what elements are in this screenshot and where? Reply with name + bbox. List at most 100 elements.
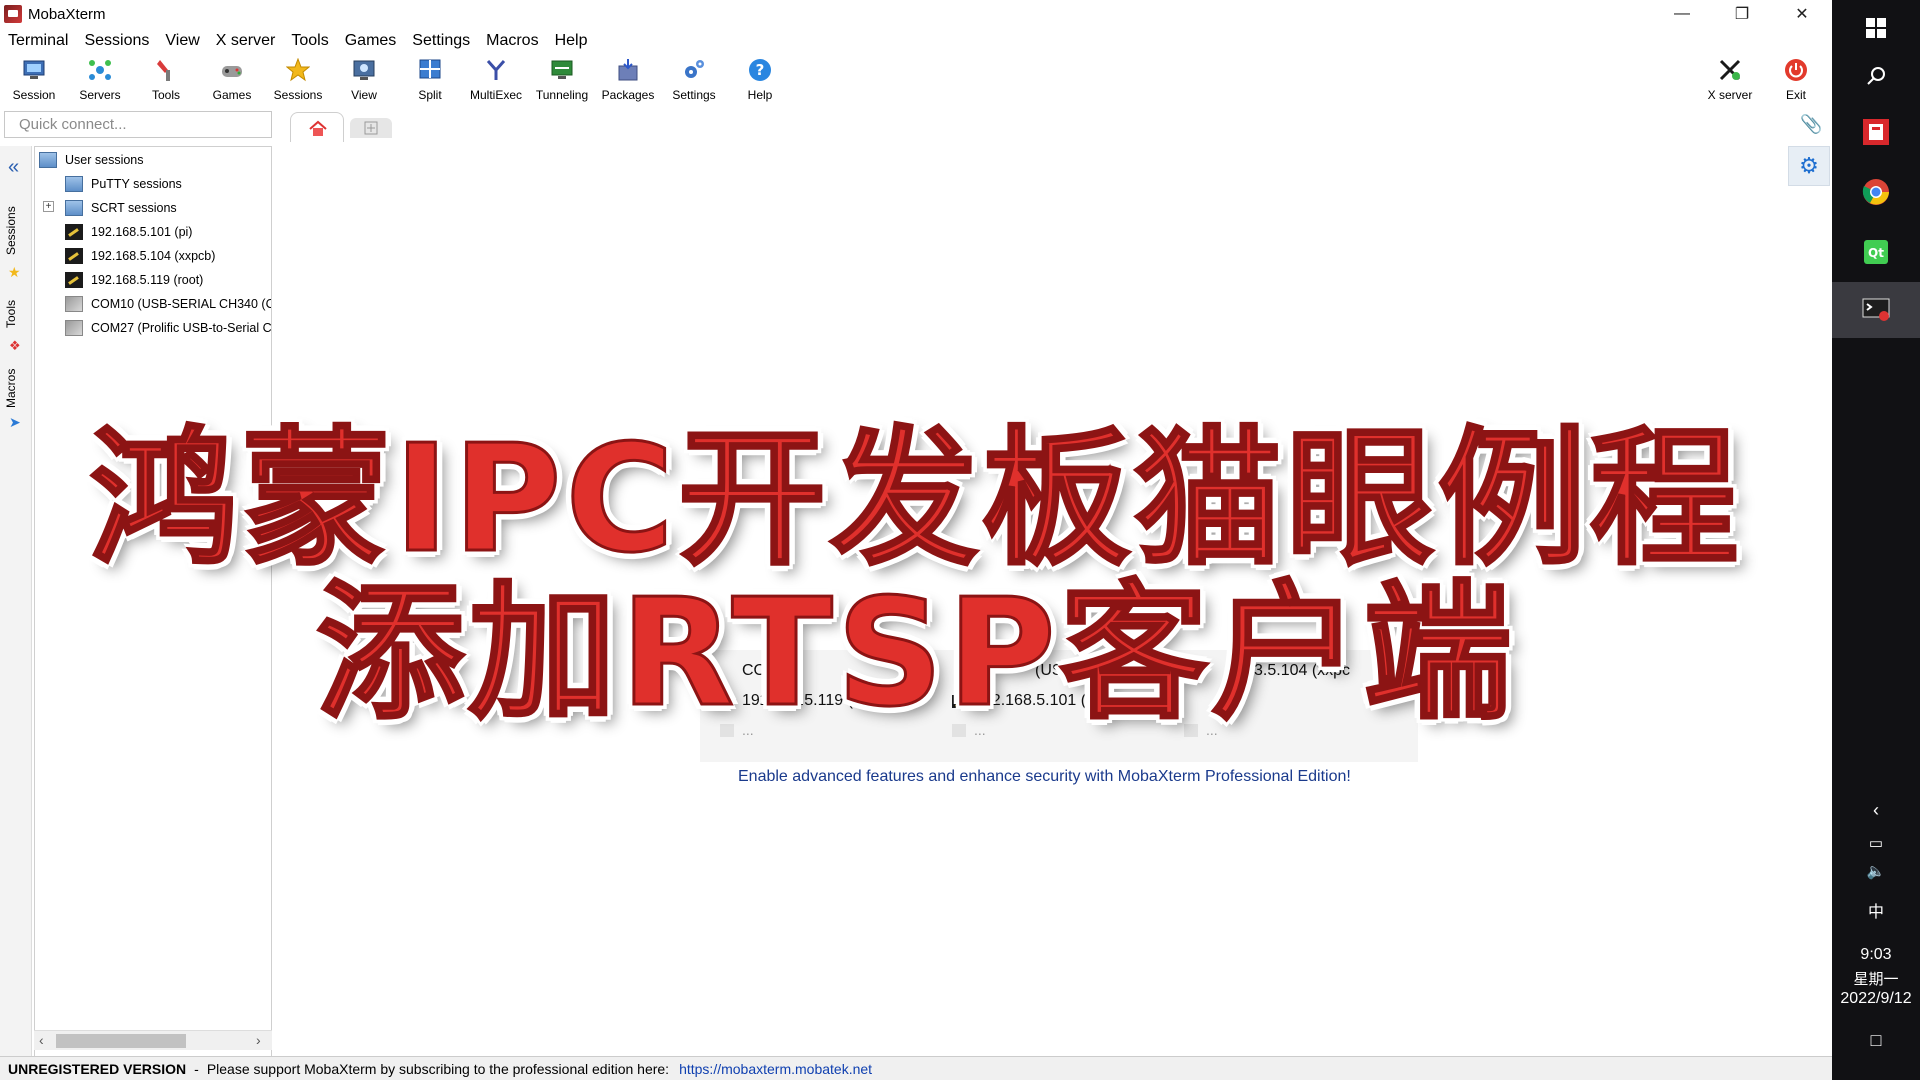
mobaxterm-window: MobaXterm — ❐ ✕ Terminal Sessions View X… [0,0,1832,1080]
xserver-icon [1718,58,1742,82]
new-tab-button[interactable] [350,118,392,138]
close-button[interactable]: ✕ [1772,0,1832,28]
tree-item-serial-session[interactable]: COM27 (Prolific USB-to-Serial C [65,317,271,339]
battery-icon[interactable]: ▭ [1832,834,1920,852]
collapse-sidebar-icon[interactable]: « [8,156,19,179]
split-icon [418,58,442,82]
tree-item-user-sessions[interactable]: User sessions [39,149,144,171]
tab-tools[interactable]: Tools [4,294,28,334]
tab-home[interactable] [290,112,344,142]
exit-button[interactable]: Exit [1763,56,1829,108]
tools-button[interactable]: Tools [133,56,199,108]
gears-icon [682,58,706,82]
menu-sessions[interactable]: Sessions [76,32,157,50]
status-message: Please support MobaXterm by subscribing … [206,1060,670,1077]
tree-item-session[interactable]: 192.168.5.119 (root) [65,269,203,291]
chrome-icon[interactable] [1832,164,1920,220]
svg-text:Qt: Qt [1868,246,1884,260]
paperclip-icon[interactable]: 📎 [1800,114,1822,135]
menu-xserver[interactable]: X server [208,32,284,50]
servers-button[interactable]: Servers [67,56,133,108]
mobaxterm-logo-icon [4,5,22,23]
pdf-app-icon[interactable] [1832,104,1920,160]
horizontal-scrollbar[interactable]: ‹ › [34,1030,272,1050]
serial-icon [65,296,83,312]
xserver-button[interactable]: X server [1697,56,1763,108]
mobaxterm-taskbar-icon[interactable] [1832,282,1920,338]
tree-item-session[interactable]: 192.168.5.101 (pi) [65,221,192,243]
menu-help[interactable]: Help [547,32,596,50]
tools-icon: ❖ [9,338,21,353]
view-button[interactable]: View [331,56,397,108]
title-bar: MobaXterm [0,0,1832,28]
sessions-button[interactable]: Sessions [265,56,331,108]
scroll-left-icon[interactable]: ‹ [39,1032,44,1048]
maximize-button[interactable]: ❐ [1712,0,1772,28]
menu-bar: Terminal Sessions View X server Tools Ga… [0,28,595,54]
tree-item-serial-session[interactable]: COM10 (USB-SERIAL CH340 (C [65,293,271,315]
tunnel-icon [550,58,574,82]
tools-icon [154,58,178,82]
gear-icon[interactable]: ⚙ [1788,146,1830,186]
tunneling-button[interactable]: Tunneling [529,56,595,108]
tree-item-scrt-sessions[interactable]: SCRT sessions [65,197,177,219]
games-button[interactable]: Games [199,56,265,108]
menu-terminal[interactable]: Terminal [0,32,76,50]
menu-settings[interactable]: Settings [404,32,478,50]
overlay-title-line2: 添加RTSP客户端 [315,566,1516,741]
notification-icon[interactable]: □ [1832,1030,1920,1051]
expand-icon[interactable]: + [43,201,54,212]
minimize-button[interactable]: — [1652,0,1712,28]
package-icon [616,58,640,82]
gamepad-icon [220,58,244,82]
menu-macros[interactable]: Macros [478,32,546,50]
menu-games[interactable]: Games [337,32,405,50]
settings-button[interactable]: Settings [661,56,727,108]
serial-icon [65,320,83,336]
status-bar: UNREGISTERED VERSION - Please support Mo… [0,1056,1832,1080]
session-button[interactable]: Session [1,56,67,108]
star-icon: ★ [8,264,21,280]
tree-item-session[interactable]: 192.168.5.104 (xxpcb) [65,245,215,267]
menu-view[interactable]: View [157,32,207,50]
servers-icon [88,58,112,82]
home-icon [309,120,327,136]
scrollbar-thumb[interactable] [56,1034,186,1048]
fork-icon [484,58,508,82]
promo-text[interactable]: Enable advanced features and enhance sec… [738,768,1351,786]
packages-button[interactable]: Packages [595,56,661,108]
folder-icon [39,152,57,168]
help-icon: ? [748,58,772,82]
split-button[interactable]: Split [397,56,463,108]
tab-sessions[interactable]: Sessions [4,202,28,260]
unregistered-label: UNREGISTERED VERSION [8,1060,187,1077]
window-title: MobaXterm [28,5,106,23]
volume-icon[interactable]: 🔈 [1832,862,1920,880]
help-button[interactable]: ? Help [727,56,793,108]
clock-weekday[interactable]: 星期一 [1832,968,1920,989]
tree-item-putty-sessions[interactable]: PuTTY sessions [65,173,182,195]
chevron-left-icon[interactable]: ‹ [1832,800,1920,821]
scroll-right-icon[interactable]: › [256,1032,261,1048]
plus-icon [364,121,378,135]
windows-taskbar: Qt ‹ ▭ 🔈 中 9:03 星期一 2022/9/12 □ [1832,0,1920,1080]
folder-icon [65,200,83,216]
ssh-icon [65,224,83,240]
quick-connect-input[interactable] [4,111,272,138]
menu-tools[interactable]: Tools [283,32,336,50]
multiexec-button[interactable]: MultiExec [463,56,529,108]
qt-app-icon[interactable]: Qt [1832,224,1920,280]
clock-date[interactable]: 2022/9/12 [1832,990,1920,1008]
ime-indicator[interactable]: 中 [1832,898,1920,922]
status-separator: - [194,1060,199,1077]
star-icon [285,57,311,82]
mobatek-link[interactable]: https://mobaxterm.mobatek.net [679,1061,872,1077]
view-icon [352,58,376,82]
ssh-icon [65,272,83,288]
monitor-icon [22,58,46,82]
toolbar: Session Servers Tools Games Sessions Vie… [0,56,1832,108]
search-icon[interactable] [1832,48,1920,104]
ssh-icon [65,248,83,264]
power-icon [1784,58,1808,82]
clock-time[interactable]: 9:03 [1832,946,1920,964]
